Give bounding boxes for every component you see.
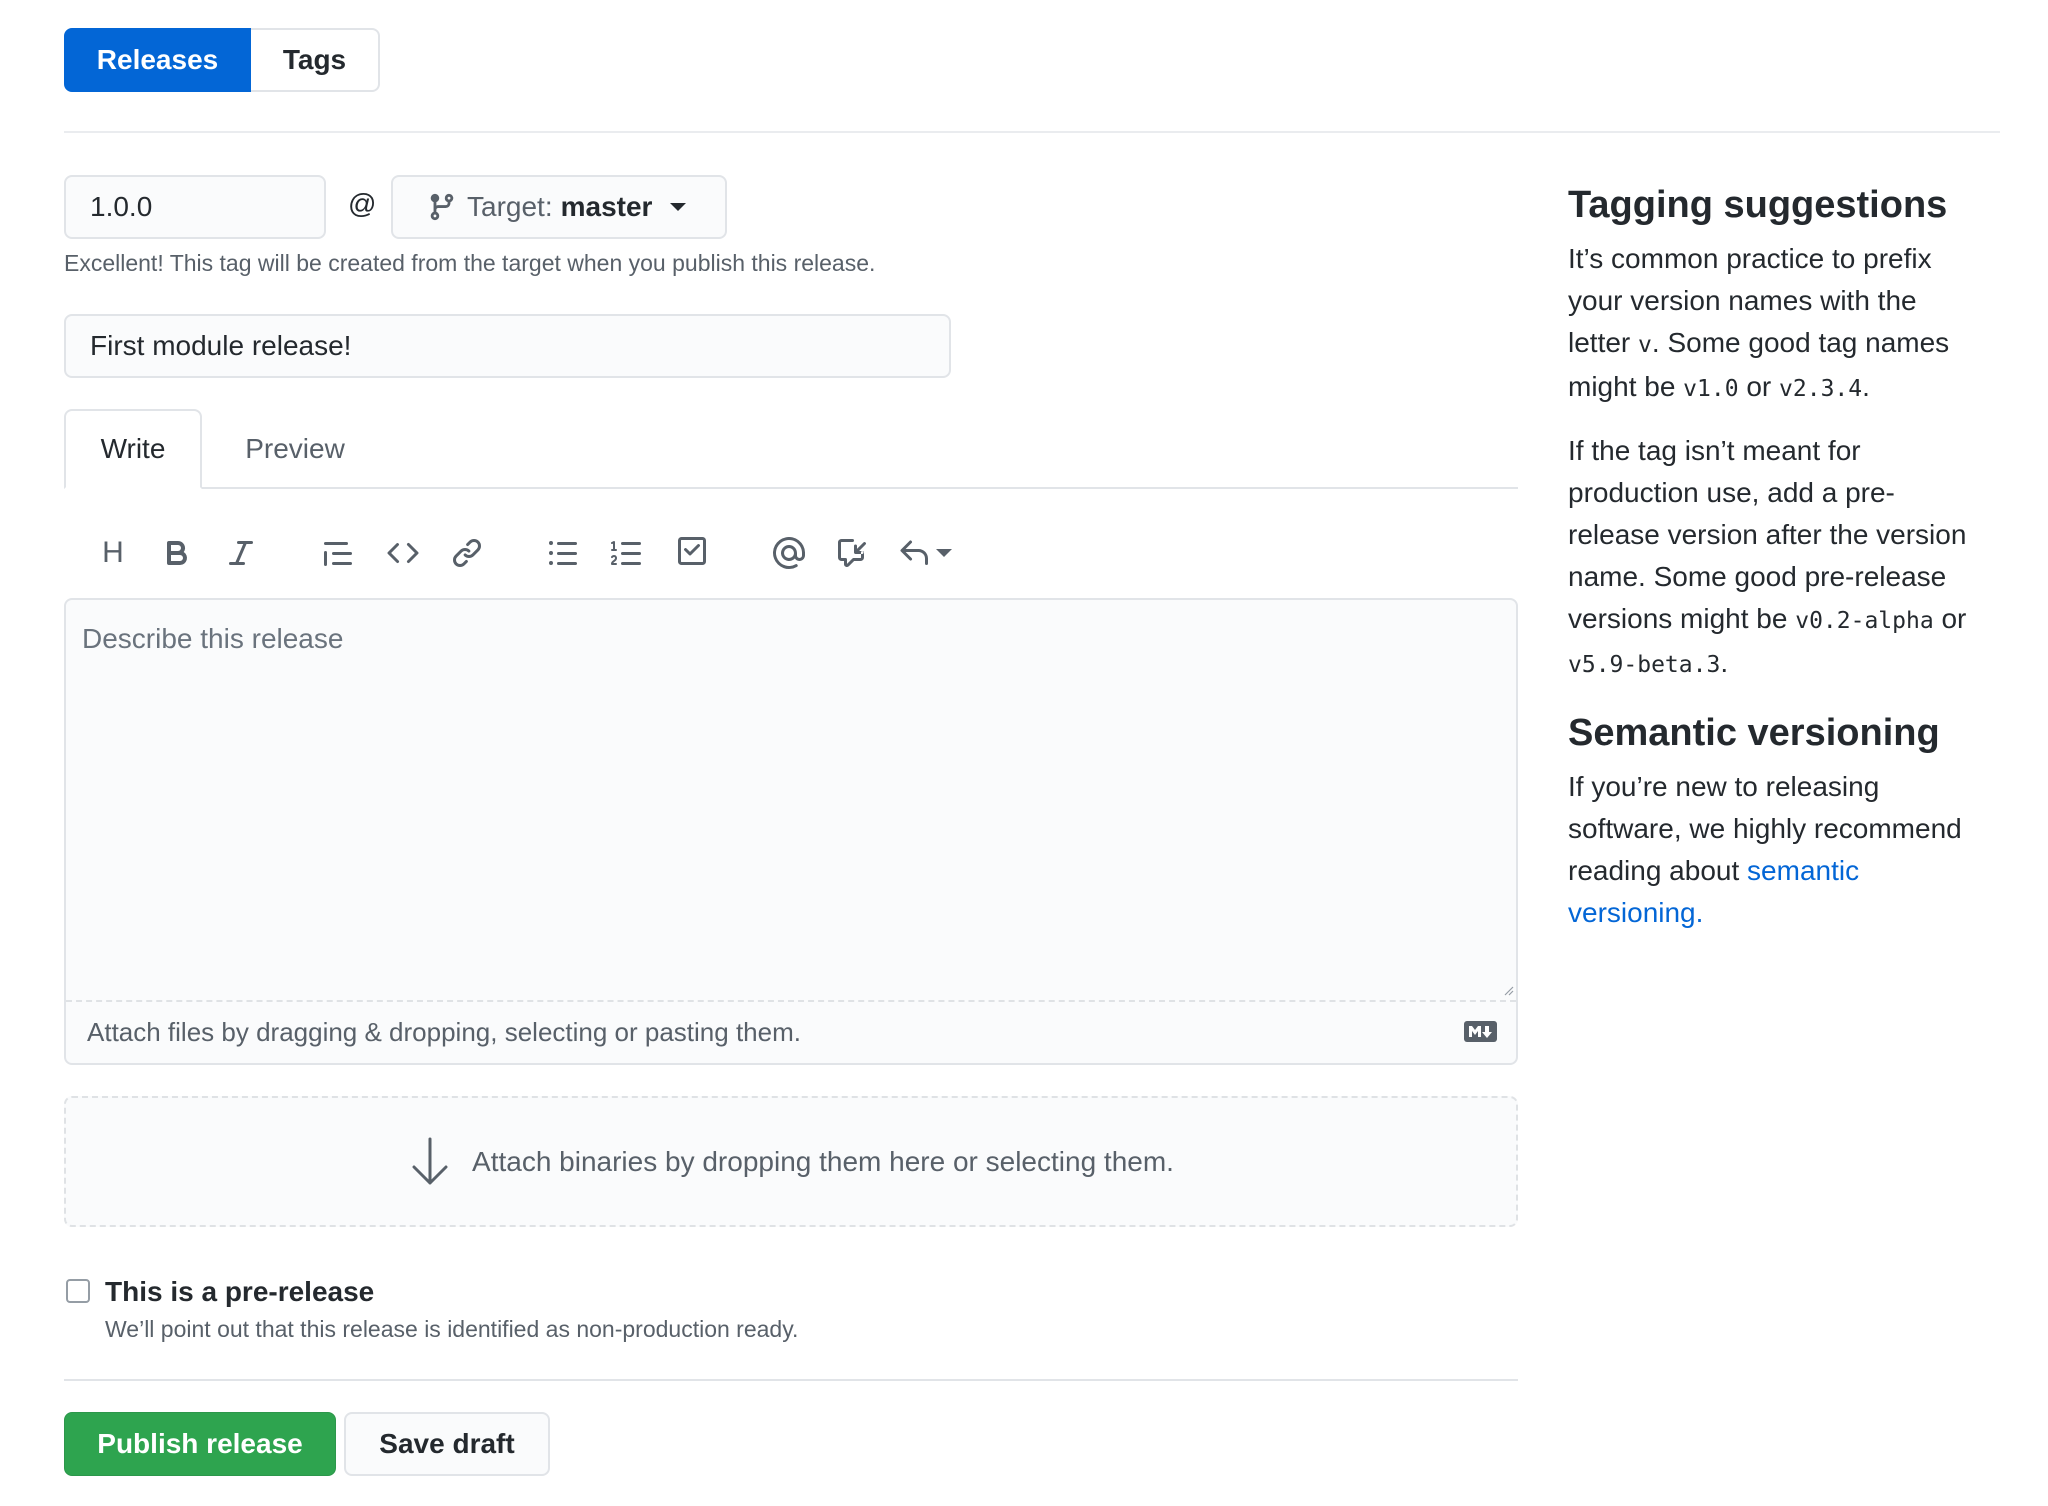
- link-icon: [453, 539, 481, 567]
- chevron-down-icon: [936, 549, 952, 557]
- semantic-versioning-heading: Semantic versioning: [1568, 712, 1940, 754]
- at-sign: @: [348, 188, 377, 219]
- heading-icon: H: [102, 536, 124, 569]
- reference-icon: [838, 539, 866, 567]
- prerelease-checkbox[interactable]: [66, 1279, 90, 1303]
- tagging-suggestions-heading: Tagging suggestions: [1568, 184, 1948, 226]
- description-editor[interactable]: [64, 598, 1518, 1065]
- reply-button[interactable]: [898, 533, 968, 573]
- target-branch-name: master: [560, 191, 653, 222]
- reply-icon: [900, 540, 928, 565]
- tab-write[interactable]: Write: [64, 409, 202, 489]
- bottom-divider: [64, 1379, 1518, 1381]
- prerelease-suggestions-text: If the tag isn’t meant for production us…: [1568, 435, 1967, 678]
- release-subnav: Releases Tags: [64, 28, 380, 92]
- tag-status-note: Excellent! This tag will be created from…: [64, 250, 876, 276]
- caret-down-icon: [670, 203, 687, 211]
- editor-footer-divider: [66, 1000, 1516, 1002]
- tags-tab[interactable]: Tags: [251, 28, 380, 92]
- italic-icon: [229, 541, 253, 565]
- save-draft-button[interactable]: Save draft: [344, 1412, 550, 1476]
- tagging-suggestions-text: It’s common practice to prefix your vers…: [1568, 243, 1950, 402]
- binaries-text: Attach binaries by dropping them here or…: [472, 1145, 1174, 1177]
- binaries-dropzone[interactable]: Attach binaries by dropping them here or…: [64, 1096, 1518, 1227]
- top-divider: [64, 131, 2000, 133]
- link-button[interactable]: [447, 533, 487, 573]
- markdown-icon[interactable]: [1464, 1021, 1497, 1042]
- bold-icon: [167, 541, 188, 565]
- resize-grip-icon[interactable]: [1504, 986, 1514, 996]
- task-list-icon: [678, 537, 706, 565]
- quote-button[interactable]: [318, 533, 358, 573]
- code-icon: [387, 542, 419, 564]
- bulleted-list-button[interactable]: [543, 533, 583, 573]
- release-title-input[interactable]: First module release!: [64, 314, 951, 378]
- numbered-list-button[interactable]: [607, 533, 647, 573]
- mention-icon: [773, 537, 805, 569]
- bulleted-list-icon: [549, 541, 577, 565]
- semantic-versioning-link-cont[interactable]: versioning.: [1568, 897, 1703, 928]
- heading-button[interactable]: H: [93, 533, 133, 573]
- target-branch-button[interactable]: Target: master: [391, 175, 727, 239]
- code-button[interactable]: [383, 533, 423, 573]
- releases-tab[interactable]: Releases: [64, 28, 251, 92]
- quote-icon: [324, 542, 352, 566]
- numbered-list-icon: [611, 541, 641, 565]
- semantic-versioning-link[interactable]: semantic: [1747, 855, 1859, 886]
- description-placeholder: Describe this release: [82, 623, 344, 654]
- target-label: Target:: [467, 191, 553, 222]
- tag-version-input[interactable]: 1.0.0: [64, 175, 326, 239]
- reference-button[interactable]: [834, 533, 874, 573]
- mention-button[interactable]: [769, 533, 809, 573]
- tab-preview[interactable]: Preview: [222, 409, 368, 489]
- task-list-button[interactable]: [672, 533, 712, 573]
- prerelease-note: We’ll point out that this release is ide…: [105, 1316, 799, 1342]
- arrow-down-icon: [412, 1137, 448, 1184]
- git-branch-icon: [430, 193, 454, 221]
- semantic-versioning-text: If you’re new to releasing software, we …: [1568, 771, 1962, 928]
- prerelease-label[interactable]: This is a pre-release: [105, 1276, 374, 1308]
- attach-files-hint[interactable]: Attach files by dragging & dropping, sel…: [87, 1017, 801, 1048]
- bold-button[interactable]: [157, 533, 197, 573]
- italic-button[interactable]: [221, 533, 261, 573]
- publish-release-button[interactable]: Publish release: [64, 1412, 336, 1476]
